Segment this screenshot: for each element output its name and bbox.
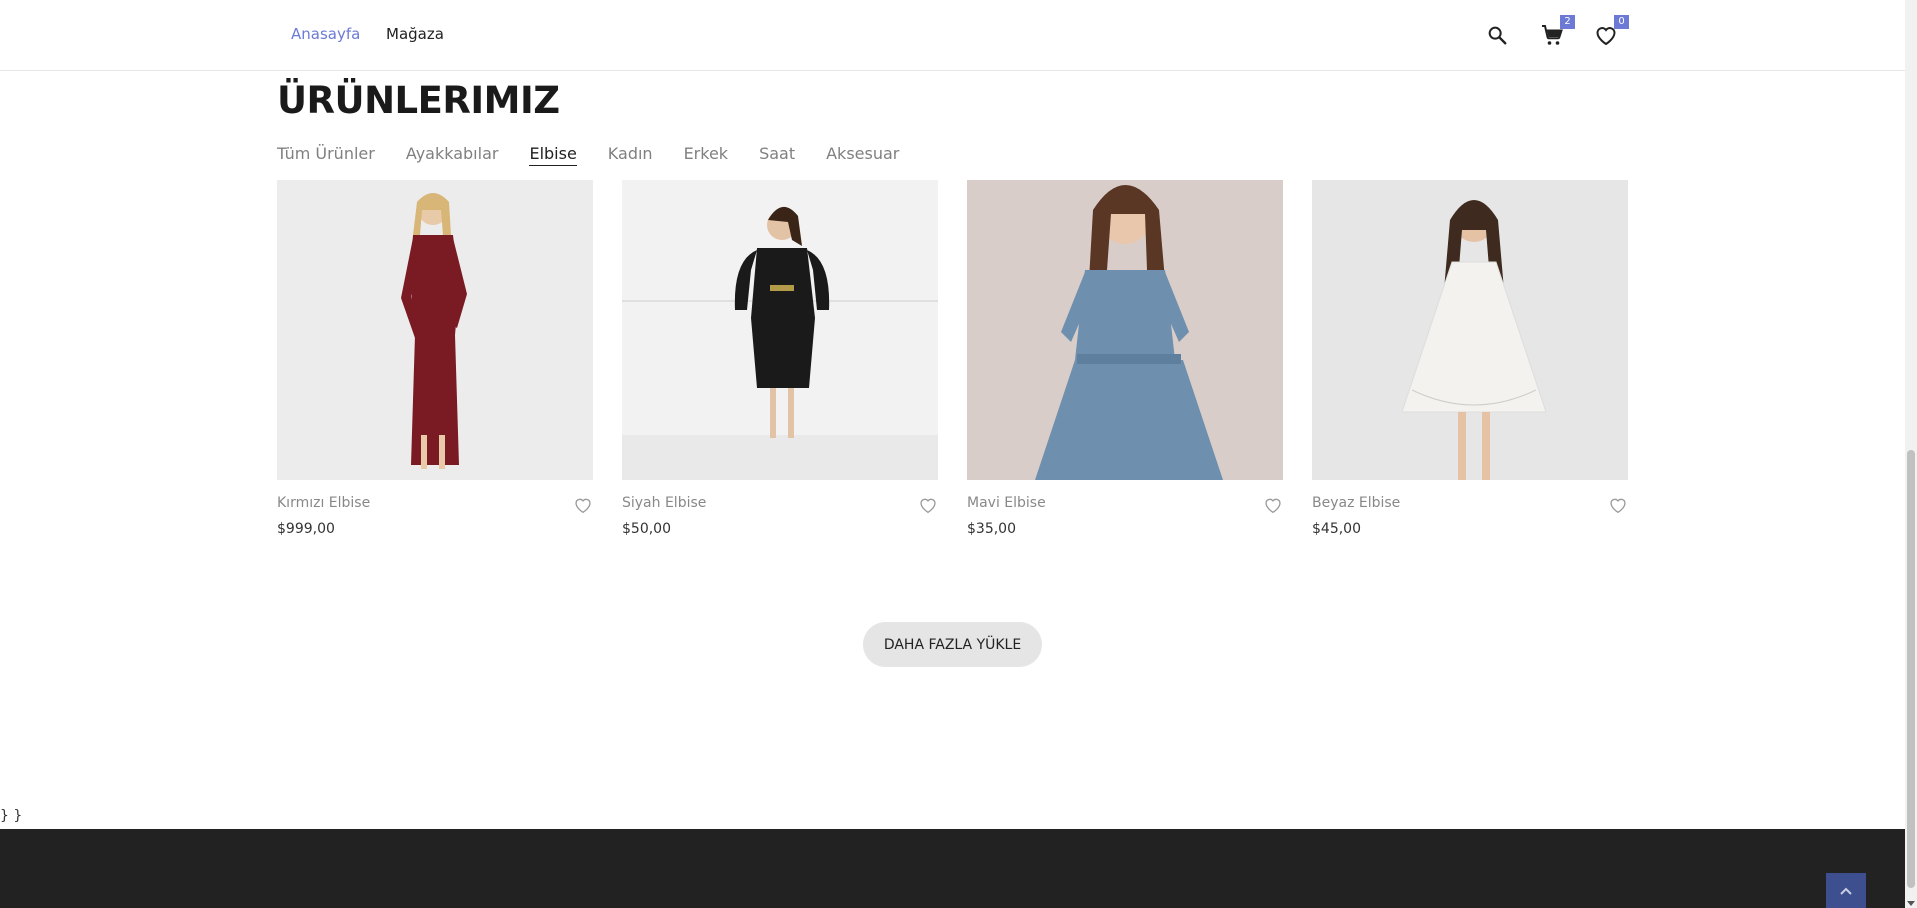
- product-dress-shape: [751, 248, 815, 388]
- product-card[interactable]: Kırmızı Elbise $999,00: [277, 180, 593, 537]
- search-icon: [1488, 26, 1507, 45]
- nav-shop-link[interactable]: Mağaza: [386, 25, 444, 43]
- product-image[interactable]: [277, 180, 593, 480]
- cart-count-badge: 2: [1560, 15, 1575, 29]
- top-navbar: Anasayfa Mağaza 2 0: [0, 0, 1905, 71]
- stray-template-text: } }: [0, 808, 23, 824]
- tab-accessory[interactable]: Aksesuar: [826, 144, 899, 166]
- tab-women[interactable]: Kadın: [608, 144, 653, 166]
- page-scrollbar[interactable]: [1905, 0, 1917, 908]
- load-more-button[interactable]: DAHA FAZLA YÜKLE: [863, 622, 1042, 667]
- favorite-heart-icon[interactable]: [918, 496, 938, 514]
- product-name[interactable]: Kırmızı Elbise: [277, 495, 370, 511]
- wishlist-button[interactable]: 0: [1591, 15, 1629, 50]
- category-tabs: Tüm Ürünler Ayakkabılar Elbise Kadın Erk…: [277, 144, 899, 166]
- tab-all-products[interactable]: Tüm Ürünler: [277, 144, 375, 166]
- tab-dress[interactable]: Elbise: [529, 144, 577, 166]
- scrollbar-thumb[interactable]: [1907, 450, 1915, 888]
- nav-home-link[interactable]: Anasayfa: [291, 25, 360, 43]
- wishlist-count-badge: 0: [1614, 15, 1629, 29]
- cart-button[interactable]: 2: [1537, 15, 1575, 50]
- product-card[interactable]: Siyah Elbise $50,00: [622, 180, 938, 537]
- favorite-heart-icon[interactable]: [1263, 496, 1283, 514]
- product-image[interactable]: [967, 180, 1283, 480]
- product-image[interactable]: [1312, 180, 1628, 480]
- product-card[interactable]: Beyaz Elbise $45,00: [1312, 180, 1628, 537]
- product-name[interactable]: Beyaz Elbise: [1312, 495, 1400, 511]
- product-card[interactable]: Mavi Elbise $35,00: [967, 180, 1283, 537]
- product-name[interactable]: Mavi Elbise: [967, 495, 1046, 511]
- product-price: $35,00: [967, 521, 1016, 537]
- tab-shoes[interactable]: Ayakkabılar: [406, 144, 499, 166]
- chevron-up-icon: [1840, 887, 1852, 895]
- scroll-down-arrow-icon[interactable]: [1907, 901, 1915, 906]
- product-image[interactable]: [622, 180, 938, 480]
- product-dress-shape: [1075, 270, 1175, 360]
- search-button[interactable]: [1482, 20, 1512, 50]
- product-name[interactable]: Siyah Elbise: [622, 495, 706, 511]
- scroll-to-top-button[interactable]: [1826, 873, 1866, 908]
- section-title: ÜRÜNLERIMIZ: [277, 79, 560, 122]
- favorite-heart-icon[interactable]: [573, 496, 593, 514]
- tab-men[interactable]: Erkek: [684, 144, 729, 166]
- product-price: $999,00: [277, 521, 335, 537]
- product-price: $45,00: [1312, 521, 1361, 537]
- favorite-heart-icon[interactable]: [1608, 496, 1628, 514]
- product-price: $50,00: [622, 521, 671, 537]
- footer: [0, 829, 1905, 908]
- tab-watch[interactable]: Saat: [759, 144, 795, 166]
